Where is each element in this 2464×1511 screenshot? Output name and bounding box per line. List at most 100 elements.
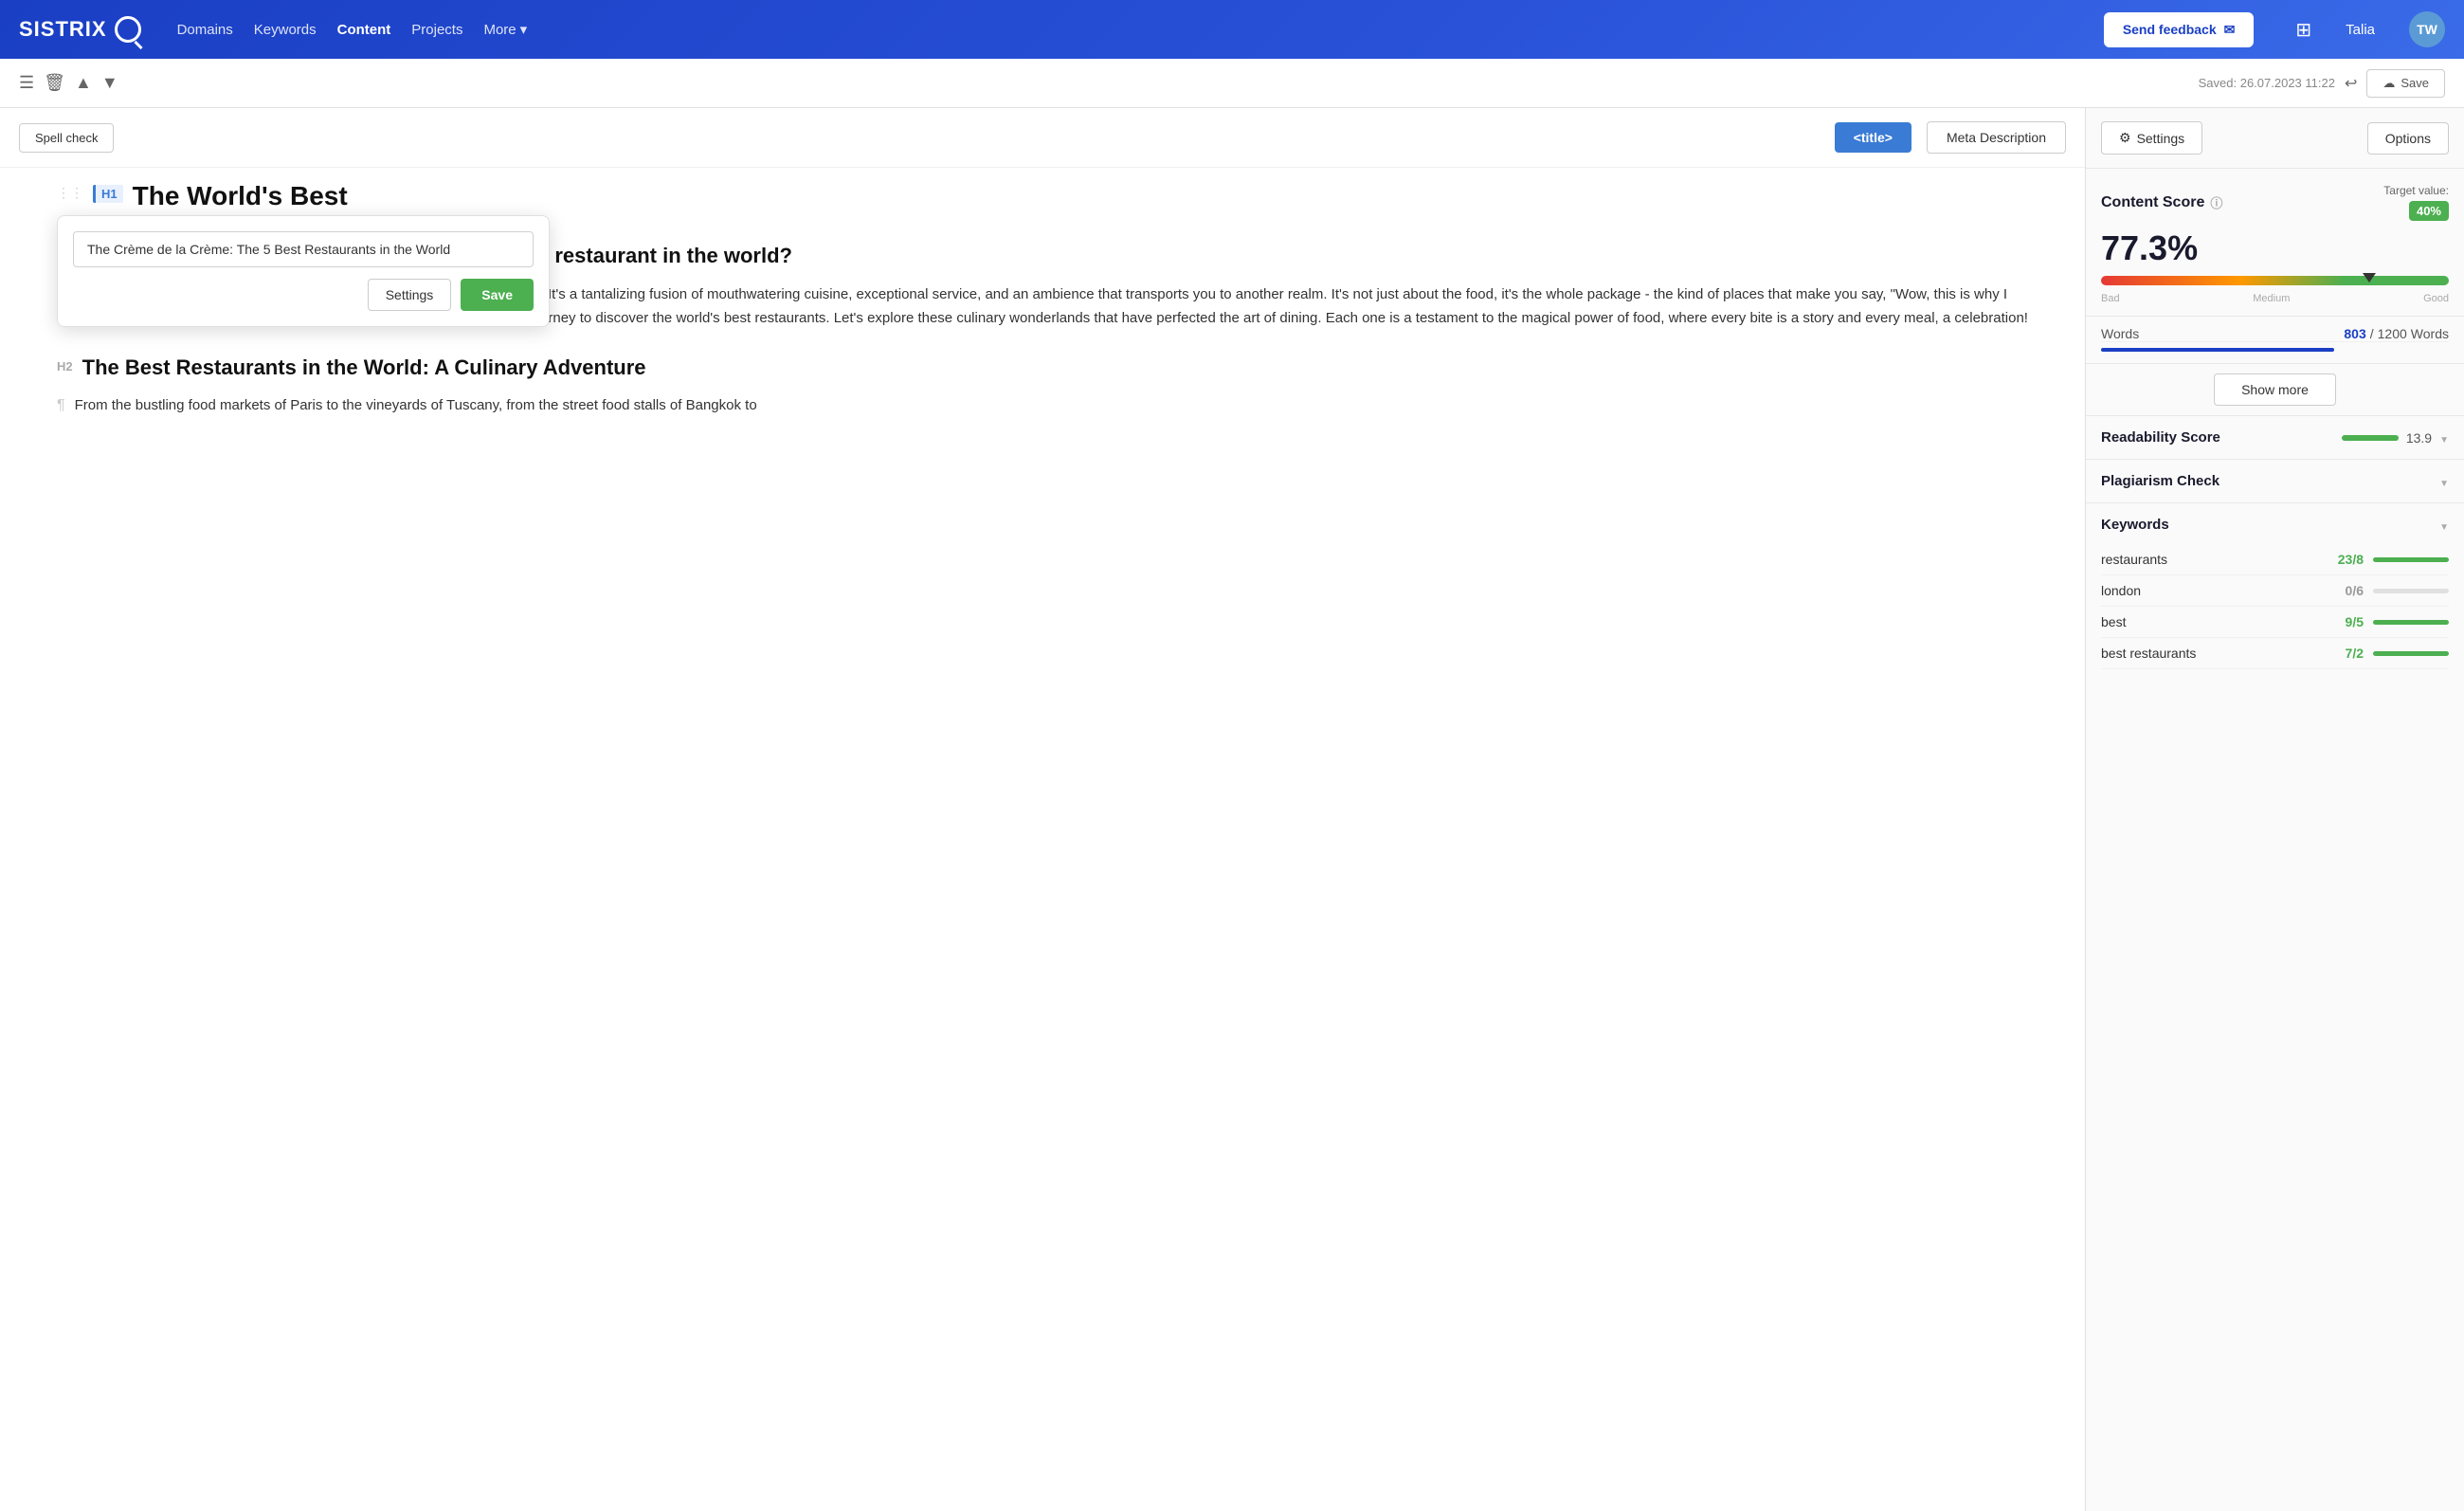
h2-best-text[interactable]: The Best Restaurants in the World: A Cul… bbox=[82, 354, 646, 382]
score-header: Content Score ⓘ Target value: 40% bbox=[2101, 184, 2449, 221]
readability-section[interactable]: Readability Score 13.9 bbox=[2086, 416, 2464, 460]
popup-actions: Settings Save bbox=[73, 279, 534, 311]
popup-settings-button[interactable]: Settings bbox=[368, 279, 452, 311]
title-input[interactable] bbox=[73, 231, 534, 267]
keyword-bar bbox=[2373, 620, 2449, 625]
h1-text[interactable]: The World's Best bbox=[133, 177, 348, 213]
sidebar-header: ⚙ Settings Options bbox=[2086, 108, 2464, 169]
keyword-name: restaurants bbox=[2101, 552, 2328, 567]
nav-domains[interactable]: Domains bbox=[177, 22, 233, 38]
keyword-count: 9/5 bbox=[2346, 614, 2364, 629]
h1-row: ⋮⋮ H1 The World's Best bbox=[57, 177, 2028, 213]
nav-content[interactable]: Content bbox=[337, 22, 391, 38]
target-label: Target value: bbox=[2383, 184, 2449, 197]
plagiarism-title: Plagiarism Check bbox=[2101, 473, 2219, 489]
undo-icon[interactable]: ↩ bbox=[2345, 74, 2357, 93]
title-popup: Settings Save bbox=[57, 215, 550, 327]
keyword-count: 7/2 bbox=[2346, 646, 2364, 661]
cloud-icon: ☁ bbox=[2382, 76, 2395, 91]
keywords-section: Keywords restaurants 23/8 london 0/6 best9/5… bbox=[2086, 503, 2464, 683]
good-label: Good bbox=[2423, 293, 2449, 304]
score-indicator bbox=[2363, 273, 2376, 282]
plagiarism-chevron-icon[interactable] bbox=[2439, 474, 2449, 489]
h1-badge: H1 bbox=[93, 185, 123, 203]
keywords-chevron-icon[interactable] bbox=[2439, 518, 2449, 533]
medium-label: Medium bbox=[2253, 293, 2290, 304]
readability-title: Readability Score bbox=[2101, 429, 2220, 446]
nav-projects[interactable]: Projects bbox=[411, 22, 462, 38]
keyword-name: best restaurants bbox=[2101, 646, 2336, 661]
up-icon[interactable]: ▲ bbox=[75, 73, 92, 93]
keywords-list: restaurants23/8london0/6best9/5best rest… bbox=[2101, 544, 2449, 669]
editor-area[interactable]: Spell check <title> Meta Description ⋮⋮ … bbox=[0, 108, 2085, 1511]
words-value: 803 / 1200 Words bbox=[2344, 326, 2449, 341]
keyword-bar bbox=[2373, 557, 2449, 562]
h2-badge-best: H2 bbox=[57, 359, 73, 373]
save-button[interactable]: ☁ Save bbox=[2366, 69, 2445, 98]
paragraph-icon-2: ¶ bbox=[57, 397, 65, 414]
list-icon[interactable]: ☰ bbox=[19, 73, 34, 93]
keyword-count: 0/6 bbox=[2346, 583, 2364, 598]
title-tag-button[interactable]: <title> bbox=[1835, 122, 1911, 153]
grid-icon[interactable]: ⊞ bbox=[2295, 18, 2311, 42]
keyword-row: best restaurants 7/2 bbox=[2101, 638, 2449, 669]
h2-best-row: H2 The Best Restaurants in the World: A … bbox=[57, 354, 2028, 382]
words-label: Words bbox=[2101, 326, 2139, 341]
words-separator: / bbox=[2370, 326, 2374, 341]
mail-icon: ✉ bbox=[2224, 22, 2236, 38]
trash-icon[interactable]: 🗑 bbox=[44, 73, 65, 93]
keyword-name: london bbox=[2101, 583, 2336, 598]
bad-label: Bad bbox=[2101, 293, 2120, 304]
username-label[interactable]: Talia bbox=[2346, 22, 2375, 38]
keywords-header[interactable]: Keywords bbox=[2101, 517, 2449, 533]
feedback-label: Send feedback bbox=[2123, 22, 2217, 37]
keyword-bar bbox=[2373, 651, 2449, 656]
keyword-count: 23/8 bbox=[2338, 552, 2364, 567]
popup-save-button[interactable]: Save bbox=[461, 279, 534, 311]
logo[interactable]: SISTRIX bbox=[19, 16, 141, 43]
words-current: 803 bbox=[2344, 326, 2365, 341]
logo-text: SISTRIX bbox=[19, 17, 107, 42]
score-bar bbox=[2101, 276, 2449, 285]
spell-bar: Spell check <title> Meta Description bbox=[0, 108, 2085, 168]
nav-links: Domains Keywords Content Projects More ▾ bbox=[177, 21, 528, 38]
score-labels: Bad Medium Good bbox=[2101, 293, 2449, 304]
chevron-down-icon: ▾ bbox=[520, 21, 528, 38]
navbar: SISTRIX Domains Keywords Content Project… bbox=[0, 0, 2464, 59]
plagiarism-section[interactable]: Plagiarism Check bbox=[2086, 460, 2464, 503]
keywords-title: Keywords bbox=[2101, 517, 2169, 533]
spell-check-button[interactable]: Spell check bbox=[19, 123, 114, 153]
content-score-section: Content Score ⓘ Target value: 40% 77.3% … bbox=[2086, 169, 2464, 317]
logo-search-icon bbox=[115, 16, 141, 43]
sidebar-settings-button[interactable]: ⚙ Settings bbox=[2101, 121, 2202, 155]
sidebar-options-button[interactable]: Options bbox=[2367, 122, 2449, 155]
content-score-title: Content Score ⓘ bbox=[2101, 193, 2222, 211]
readability-chevron-icon[interactable] bbox=[2439, 430, 2449, 446]
feedback-button[interactable]: Send feedback ✉ bbox=[2104, 12, 2255, 47]
para2-text[interactable]: From the bustling food markets of Paris … bbox=[75, 394, 757, 418]
readability-right: 13.9 bbox=[2342, 430, 2449, 446]
nav-keywords[interactable]: Keywords bbox=[254, 22, 317, 38]
score-bar-background bbox=[2101, 276, 2449, 285]
keyword-row: restaurants 23/8 bbox=[2101, 544, 2449, 575]
words-unit: Words bbox=[2411, 326, 2449, 341]
words-target: 1200 bbox=[2378, 326, 2407, 341]
sidebar: ⚙ Settings Options Content Score ⓘ Targe… bbox=[2085, 108, 2464, 1511]
avatar[interactable]: TW bbox=[2409, 11, 2445, 47]
show-more-button[interactable]: Show more bbox=[2214, 373, 2336, 406]
nav-more[interactable]: More ▾ bbox=[483, 21, 527, 38]
drag-handle[interactable]: ⋮⋮ bbox=[57, 185, 83, 201]
main-layout: Spell check <title> Meta Description ⋮⋮ … bbox=[0, 108, 2464, 1511]
toolbar: ☰ 🗑 ▲ ▼ Saved: 26.07.2023 11:22 ↩ ☁ Save bbox=[0, 59, 2464, 108]
words-section: Words 803 / 1200 Words bbox=[2086, 317, 2464, 364]
readability-bar bbox=[2342, 435, 2399, 441]
down-icon[interactable]: ▼ bbox=[101, 73, 118, 93]
info-icon[interactable]: ⓘ bbox=[2210, 193, 2222, 211]
keyword-row: london 0/6 bbox=[2101, 575, 2449, 607]
score-value: 77.3% bbox=[2101, 228, 2449, 268]
keyword-bar bbox=[2373, 589, 2449, 593]
keyword-row: best9/5 bbox=[2101, 607, 2449, 638]
words-row: Words 803 / 1200 Words bbox=[2101, 326, 2449, 342]
show-more-row: Show more bbox=[2086, 364, 2464, 416]
meta-description-button[interactable]: Meta Description bbox=[1927, 121, 2066, 154]
